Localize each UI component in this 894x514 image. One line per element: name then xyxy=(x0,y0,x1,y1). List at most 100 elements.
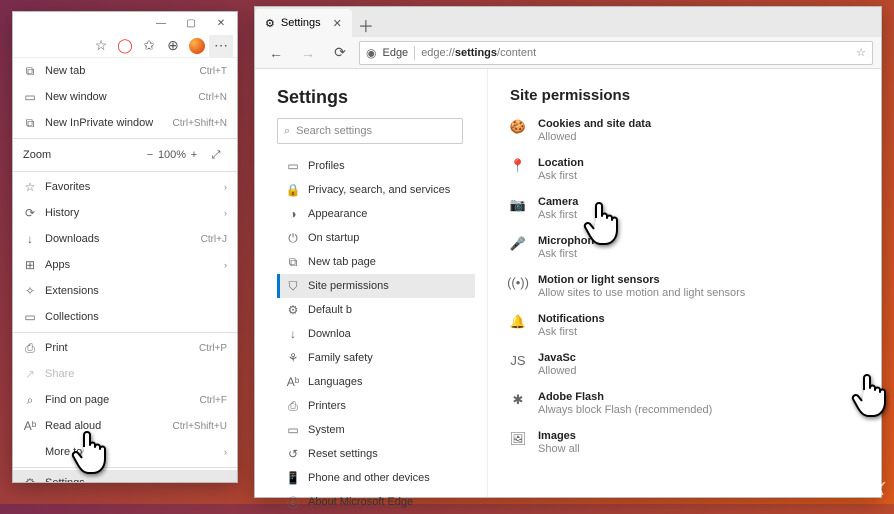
permission-microphone[interactable]: 🎤MicrophoneAsk first xyxy=(510,235,869,260)
permission-camera[interactable]: 📷CameraAsk first xyxy=(510,196,869,221)
nav-bar: ← → ⟳ ◉ Edge edge://settings/content ☆ xyxy=(255,37,881,69)
minimize-button[interactable]: — xyxy=(147,12,175,34)
settings-nav-about-microsoft-edge[interactable]: ⓔAbout Microsoft Edge xyxy=(277,490,475,514)
nav-icon: 🔒 xyxy=(286,183,300,197)
refresh-button[interactable]: ⟳ xyxy=(327,40,353,66)
nav-icon: ⓔ xyxy=(286,494,300,511)
perm-icon: 🖼 xyxy=(510,430,526,455)
menu-collections[interactable]: ▭Collections xyxy=(13,304,237,330)
settings-nav-appearance[interactable]: ◑Appearance xyxy=(277,202,475,226)
permission-motion-or-light-sensors[interactable]: ((•))Motion or light sensorsAllow sites … xyxy=(510,274,869,299)
menu-settings[interactable]: ⚙Settings xyxy=(13,470,237,482)
titlebar: — ▢ ✕ xyxy=(13,12,237,34)
permission-adobe-flash[interactable]: ✱Adobe FlashAlways block Flash (recommen… xyxy=(510,391,869,416)
settings-nav-site-permissions[interactable]: ⛉Site permissions xyxy=(277,274,475,298)
menu-downloads[interactable]: ↓DownloadsCtrl+J xyxy=(13,226,237,252)
settings-nav-default-b[interactable]: ⚙Default b xyxy=(277,298,475,322)
settings-nav-on-startup[interactable]: ⏻On startup xyxy=(277,226,475,250)
nav-icon: ▭ xyxy=(286,423,300,437)
chevron-right-icon: › xyxy=(224,182,227,192)
new-tab-button[interactable]: ＋ xyxy=(352,13,380,37)
inprivate-icon: ⧉ xyxy=(23,116,37,131)
tab-icon: ⧉ xyxy=(23,64,37,79)
menu-apps[interactable]: ⊞Apps› xyxy=(13,252,237,278)
nav-icon: ⚙ xyxy=(286,303,300,317)
nav-icon: ◑ xyxy=(286,207,300,221)
print-icon: ⎙ xyxy=(23,341,37,356)
menu-extensions[interactable]: ✧Extensions xyxy=(13,278,237,304)
menu-favorites[interactable]: ☆Favorites› xyxy=(13,174,237,200)
download-icon: ↓ xyxy=(23,232,37,246)
nav-icon: ↺ xyxy=(286,447,300,461)
share-icon: ↗ xyxy=(23,367,37,381)
tab-settings[interactable]: ⚙ Settings ✕ xyxy=(255,9,352,37)
close-button[interactable]: ✕ xyxy=(207,12,235,34)
permission-notifications[interactable]: 🔔NotificationsAsk first xyxy=(510,313,869,338)
perm-icon: ✱ xyxy=(510,391,526,416)
settings-nav-privacy-search-and-services[interactable]: 🔒Privacy, search, and services xyxy=(277,178,475,202)
read-aloud-icon: Aᵇ xyxy=(23,419,37,433)
edge-icon: ◉ xyxy=(366,46,376,60)
settings-nav-downloa[interactable]: ↓Downloa xyxy=(277,322,475,346)
edge-menu-window: — ▢ ✕ ☆ ◯ ✩ ⊕ ⋯ ⧉New tabCtrl+T ▭New wind… xyxy=(12,11,238,483)
permission-images[interactable]: 🖼ImagesShow all xyxy=(510,430,869,455)
menu-new-inprivate[interactable]: ⧉New InPrivate windowCtrl+Shift+N xyxy=(13,110,237,136)
settings-nav-profiles[interactable]: ▭Profiles xyxy=(277,154,475,178)
chevron-right-icon: › xyxy=(224,260,227,270)
nav-icon: ▭ xyxy=(286,159,300,173)
search-settings-input[interactable]: ⌕ Search settings xyxy=(277,118,463,144)
opera-icon[interactable]: ◯ xyxy=(113,35,137,57)
nav-icon: 📱 xyxy=(286,471,300,485)
favorites-bar-icon[interactable]: ✩ xyxy=(137,35,161,57)
perm-icon: JS xyxy=(510,352,526,377)
menu-read-aloud[interactable]: AᵇRead aloudCtrl+Shift+U xyxy=(13,413,237,439)
settings-nav-reset-settings[interactable]: ↺Reset settings xyxy=(277,442,475,466)
avatar[interactable] xyxy=(185,35,209,57)
tab-strip: ⚙ Settings ✕ ＋ xyxy=(255,7,881,37)
address-url: edge://settings/content xyxy=(421,47,536,59)
favorite-icon[interactable]: ☆ xyxy=(856,46,866,59)
menu-history[interactable]: ⟳History› xyxy=(13,200,237,226)
nav-icon: ⧉ xyxy=(286,255,300,270)
forward-button[interactable]: → xyxy=(295,40,321,66)
settings-nav-new-tab-page[interactable]: ⧉New tab page xyxy=(277,250,475,274)
history-icon: ⟳ xyxy=(23,206,37,220)
maximize-button[interactable]: ▢ xyxy=(177,12,205,34)
nav-icon: ⏻ xyxy=(286,231,300,246)
menu-find[interactable]: ⌕Find on pageCtrl+F xyxy=(13,387,237,413)
star-icon: ☆ xyxy=(23,180,37,194)
watermark: UGƎTFIX xyxy=(801,479,886,500)
nav-icon: Aᵇ xyxy=(286,375,300,389)
settings-nav-system[interactable]: ▭System xyxy=(277,418,475,442)
zoom-value: 100% xyxy=(161,144,183,166)
collections-icon[interactable]: ⊕ xyxy=(161,35,185,57)
address-bar[interactable]: ◉ Edge edge://settings/content ☆ xyxy=(359,41,873,65)
search-icon: ⌕ xyxy=(284,125,290,138)
more-menu-icon[interactable]: ⋯ xyxy=(209,35,233,57)
favorite-icon[interactable]: ☆ xyxy=(89,35,113,57)
menu-new-tab[interactable]: ⧉New tabCtrl+T xyxy=(13,58,237,84)
settings-nav-family-safety[interactable]: ⚘Family safety xyxy=(277,346,475,370)
settings-nav-languages[interactable]: AᵇLanguages xyxy=(277,370,475,394)
settings-nav-phone-and-other-devices[interactable]: 📱Phone and other devices xyxy=(277,466,475,490)
back-button[interactable]: ← xyxy=(263,40,289,66)
close-tab-icon[interactable]: ✕ xyxy=(333,17,342,30)
settings-nav-printers[interactable]: ⎙Printers xyxy=(277,394,475,418)
nav-icon: ⛉ xyxy=(286,279,300,294)
menu-more-tools[interactable]: More tools› xyxy=(13,439,237,465)
permission-location[interactable]: 📍LocationAsk first xyxy=(510,157,869,182)
zoom-in-button[interactable]: + xyxy=(183,144,205,166)
permission-javasc[interactable]: JSJavaScAllowed xyxy=(510,352,869,377)
nav-icon: ⎙ xyxy=(286,399,300,414)
overflow-menu: ⧉New tabCtrl+T ▭New windowCtrl+N ⧉New In… xyxy=(13,58,237,482)
menu-print[interactable]: ⎙PrintCtrl+P xyxy=(13,335,237,361)
permission-cookies-and-site-data[interactable]: 🍪Cookies and site dataAllowed xyxy=(510,118,869,143)
fullscreen-button[interactable]: ⤢ xyxy=(205,144,227,166)
menu-new-window[interactable]: ▭New windowCtrl+N xyxy=(13,84,237,110)
site-permissions-panel: Site permissions 🍪Cookies and site dataA… xyxy=(487,69,881,497)
page-title: Settings xyxy=(277,87,475,108)
gear-icon: ⚙ xyxy=(23,476,37,482)
perm-icon: ((•)) xyxy=(510,274,526,299)
perm-icon: 🎤 xyxy=(510,235,526,260)
tab-title: Settings xyxy=(281,17,321,29)
